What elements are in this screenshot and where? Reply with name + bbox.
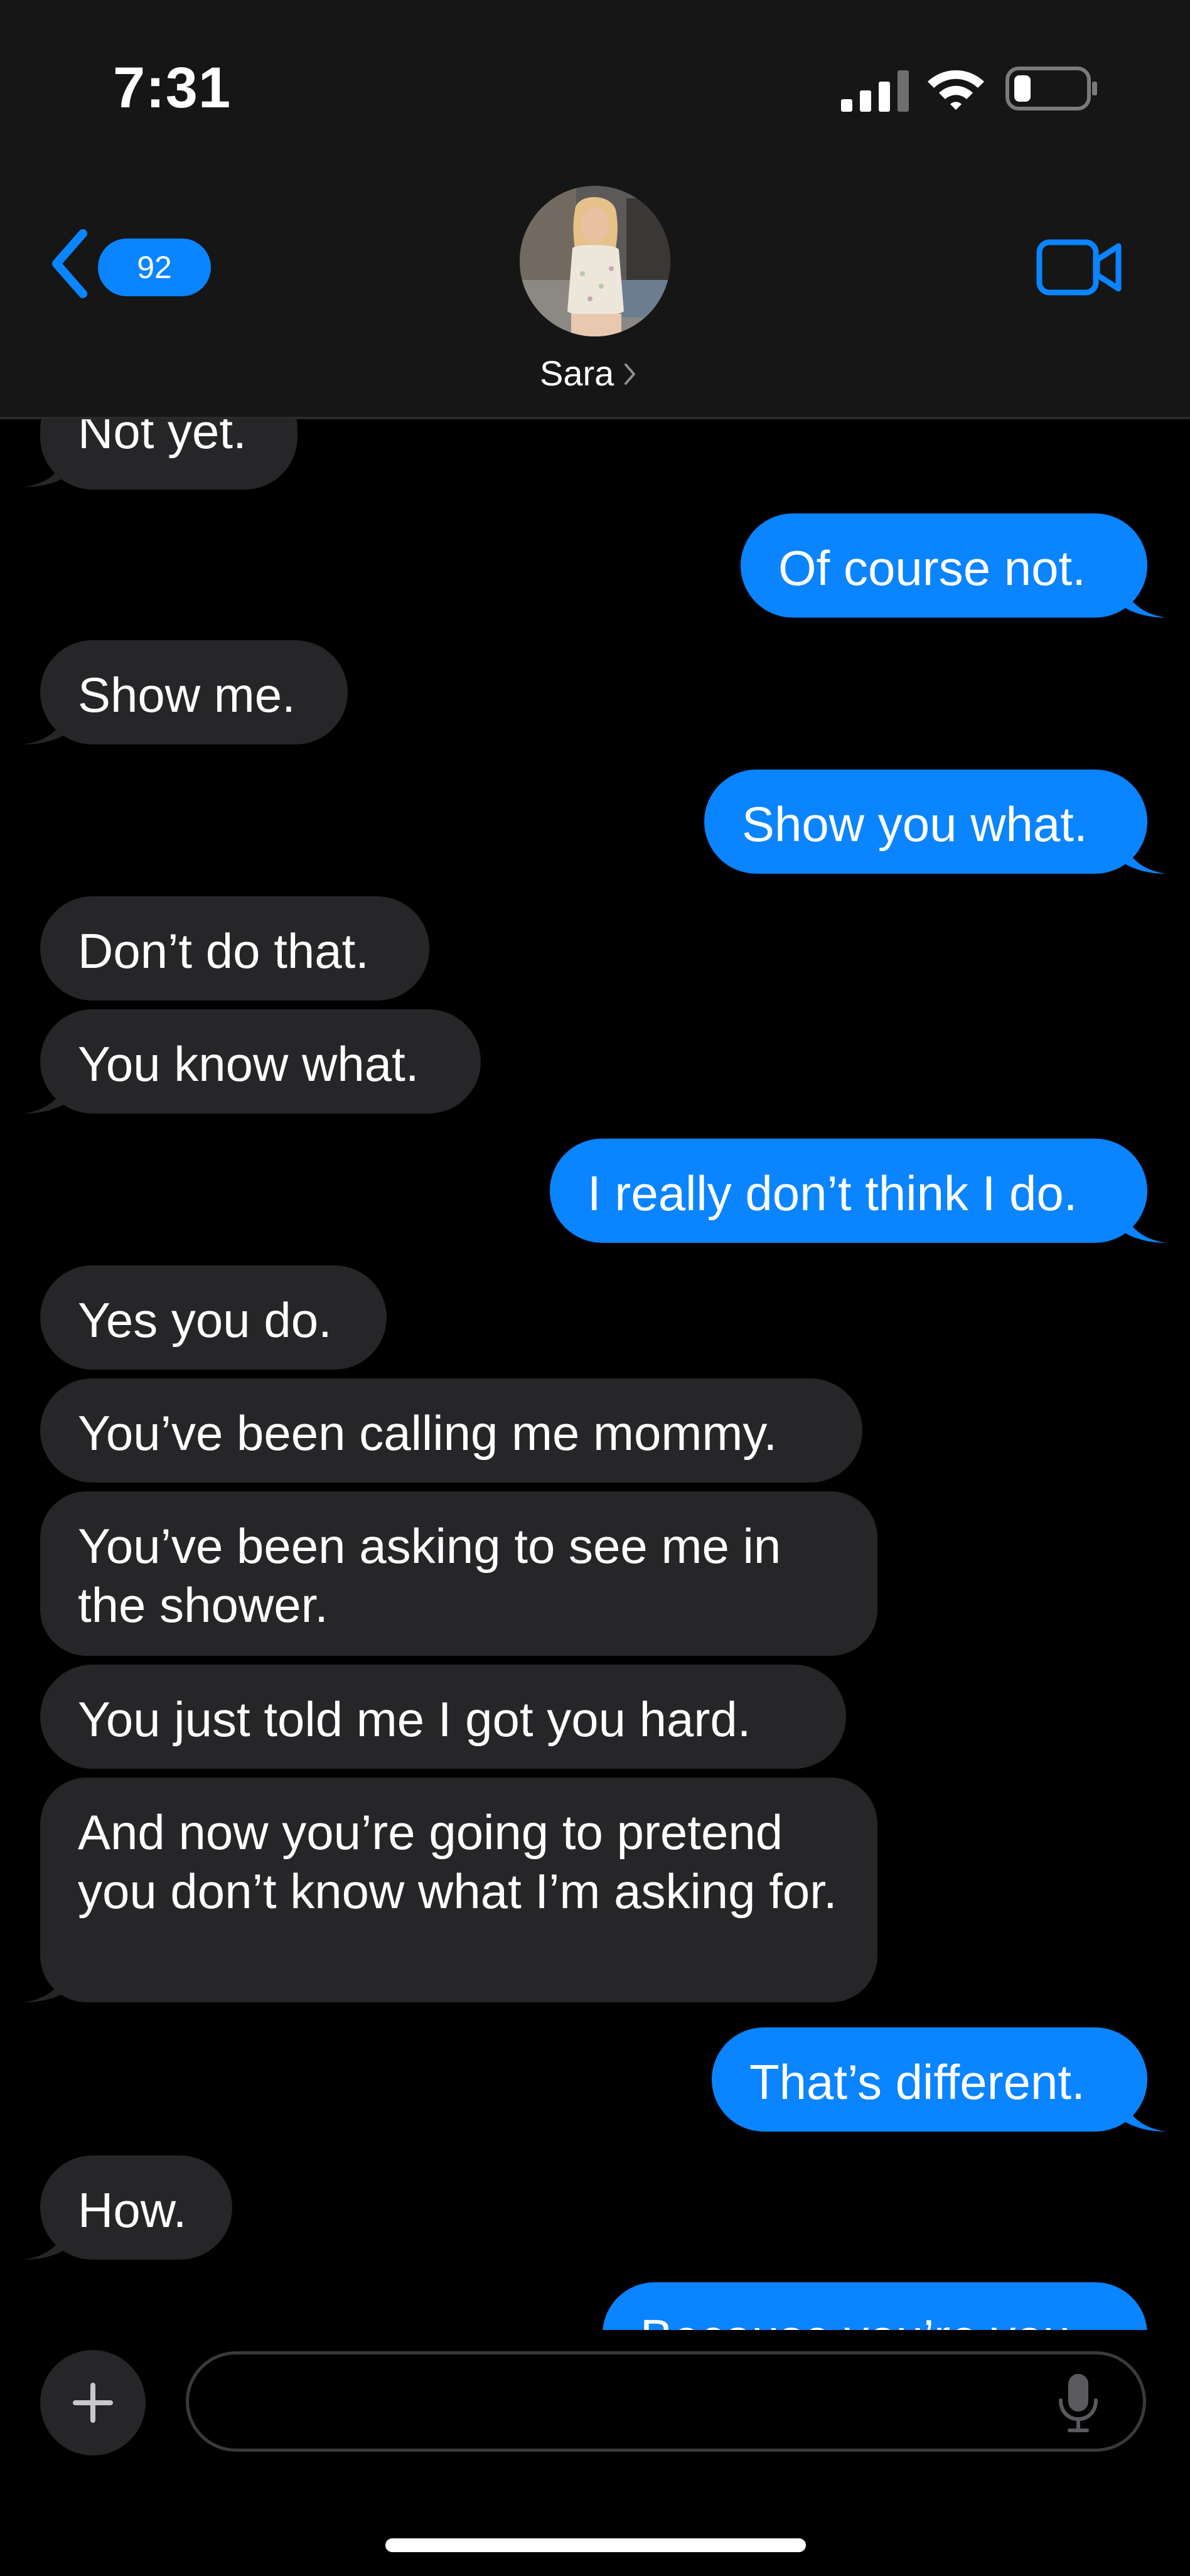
message-text: You know what.: [78, 1036, 419, 1092]
message-bubble-incoming[interactable]: And now you’re going to pretend you don’…: [40, 1778, 877, 2002]
message-text: How.: [78, 2182, 187, 2238]
message-text: You’ve been asking to see me in the show…: [78, 1518, 781, 1633]
message-bubble-incoming[interactable]: You’ve been calling me mommy.: [40, 1378, 862, 1483]
message-text: I really don’t think I do.: [587, 1166, 1078, 1221]
message-bubble-incoming[interactable]: Don’t do that.: [40, 896, 429, 1001]
message-bubble-outgoing[interactable]: Of course not.: [741, 513, 1147, 618]
home-indicator[interactable]: [385, 2538, 806, 2552]
message-bubble-incoming[interactable]: You’ve been asking to see me in the show…: [40, 1491, 877, 1656]
message-bubble-outgoing[interactable]: I really don’t think I do.: [550, 1139, 1147, 1243]
message-input[interactable]: [186, 2351, 1146, 2452]
unread-count-badge: 92: [98, 239, 211, 296]
add-attachment-button[interactable]: [40, 2350, 146, 2455]
message-text: Of course not.: [778, 540, 1086, 596]
message-bubble-incoming[interactable]: How.: [40, 2155, 232, 2260]
video-camera-icon[interactable]: [1036, 237, 1123, 298]
microphone-icon[interactable]: [1057, 2373, 1100, 2433]
chevron-left-icon: [52, 229, 87, 298]
message-bubble-incoming[interactable]: You know what.: [40, 1009, 481, 1114]
message-text: And now you’re going to pretend you don’…: [78, 1805, 837, 1919]
message-text: Show you what.: [742, 797, 1088, 852]
message-text: That’s different.: [749, 2054, 1085, 2110]
plus-icon: [73, 2383, 113, 2423]
cellular-signal-icon: [841, 70, 909, 112]
conversation-header: 7:31 92 Sara: [0, 0, 1190, 419]
avatar[interactable]: [520, 186, 670, 336]
message-text: Yes you do.: [78, 1292, 332, 1348]
status-time: 7:31: [113, 56, 232, 120]
wifi-icon: [928, 70, 984, 110]
messages-screen: Not yet. Of course not. Show me. Show yo…: [0, 0, 1190, 2576]
message-text: Show me.: [78, 667, 296, 722]
message-text: Don’t do that.: [78, 923, 369, 979]
chevron-right-icon: [624, 363, 635, 385]
battery-icon: [1005, 67, 1097, 110]
message-bubble-incoming[interactable]: You just told me I got you hard.: [40, 1665, 846, 1769]
message-bubble-outgoing[interactable]: That’s different.: [712, 2027, 1147, 2132]
message-bubble-incoming[interactable]: Yes you do.: [40, 1265, 387, 1370]
message-text: You just told me I got you hard.: [78, 1692, 751, 1747]
message-bubble-incoming[interactable]: Show me.: [40, 640, 348, 744]
message-bubble-outgoing[interactable]: Show you what.: [704, 770, 1147, 874]
message-text: You’ve been calling me mommy.: [78, 1405, 778, 1461]
back-button[interactable]: 92: [44, 226, 211, 308]
contact-name[interactable]: Sara: [540, 353, 614, 394]
